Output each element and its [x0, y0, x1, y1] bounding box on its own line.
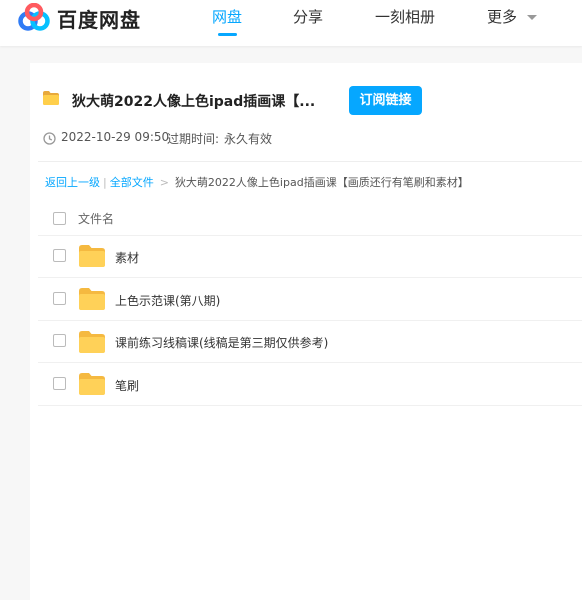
row-checkbox[interactable]: [53, 377, 66, 390]
cloud-logo-icon: [18, 3, 50, 31]
share-date: 2022-10-29 09:50: [61, 130, 170, 144]
chevron-down-icon[interactable]: [527, 15, 537, 20]
folder-icon: [79, 331, 105, 353]
file-name[interactable]: 上色示范课(第八期): [115, 292, 220, 309]
breadcrumb-current: 狄大萌2022人像上色ipad插画课【画质还行有笔刷和素材】: [174, 176, 469, 189]
file-name[interactable]: 素材: [115, 249, 139, 266]
column-header-filename[interactable]: 文件名: [78, 210, 114, 227]
breadcrumb-back-link[interactable]: 返回上一级: [45, 176, 100, 189]
top-header: 百度网盘 网盘 分享 一刻相册 更多: [0, 0, 582, 46]
folder-icon: [79, 245, 105, 267]
share-content-card: 狄大萌2022人像上色ipad插画课【... 订阅链接 2022-10-29 0…: [30, 63, 582, 600]
nav-more[interactable]: 更多: [487, 6, 517, 27]
share-title: 狄大萌2022人像上色ipad插画课【...: [72, 94, 316, 110]
row-checkbox[interactable]: [53, 334, 66, 347]
select-all-checkbox[interactable]: [53, 212, 66, 225]
nav-moments-album[interactable]: 一刻相册: [375, 6, 435, 27]
logo-text: 百度网盘: [57, 7, 141, 32]
row-checkbox[interactable]: [53, 292, 66, 305]
divider: [38, 161, 582, 162]
subscribe-link-button[interactable]: 订阅链接: [349, 86, 422, 115]
breadcrumb: 返回上一级 | 全部文件 > 狄大萌2022人像上色ipad插画课【画质还行有笔刷和素材…: [45, 174, 469, 190]
nav-share[interactable]: 分享: [293, 6, 323, 27]
folder-icon: [79, 288, 105, 310]
expire-label: 过期时间:: [167, 132, 220, 146]
nav-active-indicator: [218, 33, 237, 36]
baidu-netdisk-logo[interactable]: 百度网盘: [17, 3, 141, 33]
row-divider: [38, 277, 582, 278]
row-divider: [38, 235, 582, 236]
clock-icon: [43, 132, 56, 145]
expire-value: 永久有效: [224, 132, 273, 146]
file-name[interactable]: 课前练习线稿课(线稿是第三期仅供参考): [115, 334, 328, 351]
row-divider: [38, 320, 582, 321]
breadcrumb-separator: |: [103, 176, 107, 189]
nav-netdisk[interactable]: 网盘: [212, 6, 242, 27]
row-checkbox[interactable]: [53, 249, 66, 262]
folder-icon: [43, 91, 59, 105]
file-name[interactable]: 笔刷: [115, 377, 139, 394]
breadcrumb-all-files-link[interactable]: 全部文件: [110, 176, 154, 189]
breadcrumb-chevron-icon: >: [159, 176, 169, 189]
row-divider: [38, 362, 582, 363]
folder-icon: [79, 373, 105, 395]
row-divider: [38, 405, 582, 406]
